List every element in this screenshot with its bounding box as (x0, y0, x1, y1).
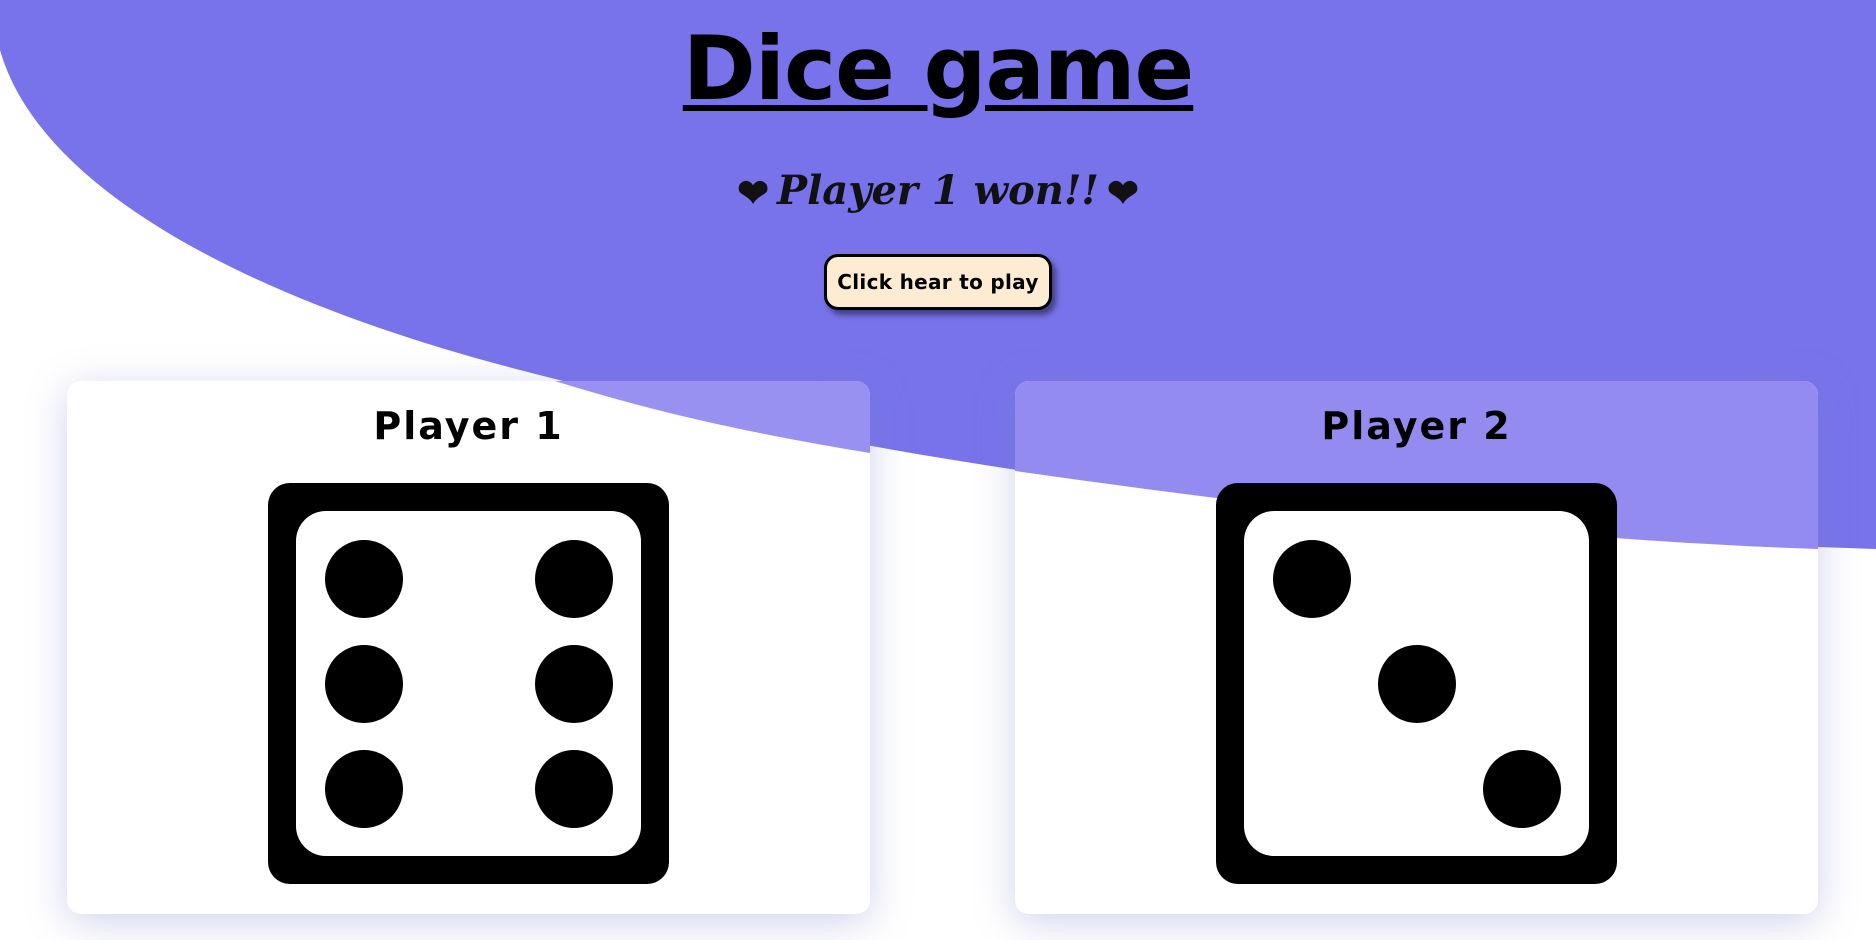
die-pip (1378, 645, 1456, 723)
die-pip (325, 540, 403, 618)
die-player-1 (268, 483, 669, 884)
die-pip (1273, 540, 1351, 618)
heart-icon-left: ❤ (737, 170, 770, 215)
heart-icon-right: ❤ (1106, 170, 1139, 215)
die-pip (535, 645, 613, 723)
player-2-card: Player 2 (1015, 381, 1818, 914)
die-pip (535, 540, 613, 618)
player-1-label: Player 1 (373, 404, 564, 448)
result-message: ❤ Player 1 won!! ❤ (729, 165, 1147, 219)
play-button[interactable]: Click hear to play (824, 254, 1052, 310)
die-pip (535, 750, 613, 828)
die-pip (325, 750, 403, 828)
player-1-card: Player 1 (67, 381, 870, 914)
player-2-label: Player 2 (1321, 404, 1512, 448)
die-player-2 (1216, 483, 1617, 884)
die-pip (325, 645, 403, 723)
result-text: Player 1 won!! (777, 167, 1099, 214)
page-title: Dice game (682, 17, 1194, 120)
die-pip (1483, 750, 1561, 828)
